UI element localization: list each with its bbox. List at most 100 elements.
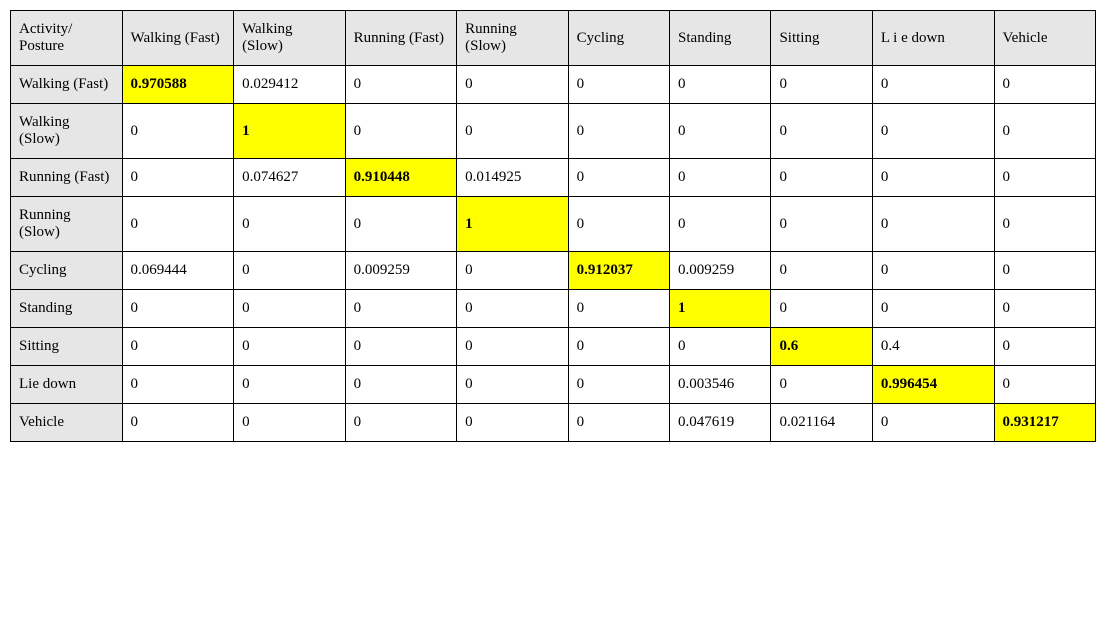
- cell: 0: [771, 197, 872, 252]
- cell: 0.047619: [670, 404, 771, 442]
- cell: 0: [872, 197, 994, 252]
- row-header: Standing: [11, 290, 123, 328]
- cell: 0: [234, 404, 346, 442]
- cell: 0: [872, 66, 994, 104]
- cell: 0: [994, 328, 1096, 366]
- table-row: Cycling0.06944400.00925900.9120370.00925…: [11, 252, 1096, 290]
- cell: 0.931217: [994, 404, 1096, 442]
- col-header: L i e down: [872, 11, 994, 66]
- cell: 0: [771, 252, 872, 290]
- cell: 0: [568, 290, 669, 328]
- cell: 0.029412: [234, 66, 346, 104]
- confusion-matrix-table: Activity/ PostureWalking (Fast)Walking (…: [10, 10, 1096, 442]
- cell: 0: [771, 290, 872, 328]
- col-header: Standing: [670, 11, 771, 66]
- row-header: Running (Fast): [11, 159, 123, 197]
- cell: 0: [234, 290, 346, 328]
- cell: 0: [568, 328, 669, 366]
- cell: 0: [234, 328, 346, 366]
- table-header-row: Activity/ PostureWalking (Fast)Walking (…: [11, 11, 1096, 66]
- cell: 0.6: [771, 328, 872, 366]
- col-header: Walking (Slow): [234, 11, 346, 66]
- corner-header: Activity/ Posture: [11, 11, 123, 66]
- cell: 0: [872, 252, 994, 290]
- cell: 0.970588: [122, 66, 234, 104]
- cell: 0: [345, 328, 457, 366]
- col-header: Vehicle: [994, 11, 1096, 66]
- cell: 0: [457, 104, 569, 159]
- cell: 0.003546: [670, 366, 771, 404]
- cell: 0.996454: [872, 366, 994, 404]
- table-row: Standing000001000: [11, 290, 1096, 328]
- cell: 0: [994, 104, 1096, 159]
- cell: 0: [345, 197, 457, 252]
- cell: 0.009259: [345, 252, 457, 290]
- cell: 0: [872, 290, 994, 328]
- cell: 0: [670, 328, 771, 366]
- cell: 0: [457, 366, 569, 404]
- cell: 0: [568, 159, 669, 197]
- cell: 1: [670, 290, 771, 328]
- cell: 0: [568, 66, 669, 104]
- cell: 0: [122, 404, 234, 442]
- cell: 0: [568, 197, 669, 252]
- cell: 0: [670, 159, 771, 197]
- table-row: Lie down000000.00354600.9964540: [11, 366, 1096, 404]
- row-header: Walking (Slow): [11, 104, 123, 159]
- cell: 0: [994, 66, 1096, 104]
- cell: 0: [994, 252, 1096, 290]
- cell: 0: [345, 66, 457, 104]
- cell: 0.912037: [568, 252, 669, 290]
- table-row: Walking (Fast)0.9705880.0294120000000: [11, 66, 1096, 104]
- cell: 0: [122, 290, 234, 328]
- cell: 0: [122, 104, 234, 159]
- cell: 0: [457, 66, 569, 104]
- col-header: Cycling: [568, 11, 669, 66]
- row-header: Walking (Fast): [11, 66, 123, 104]
- cell: 0.074627: [234, 159, 346, 197]
- cell: 0: [457, 328, 569, 366]
- cell: 0.4: [872, 328, 994, 366]
- table-row: Vehicle000000.0476190.02116400.931217: [11, 404, 1096, 442]
- table-row: Running (Slow)000100000: [11, 197, 1096, 252]
- cell: 0: [771, 104, 872, 159]
- cell: 1: [234, 104, 346, 159]
- col-header: Walking (Fast): [122, 11, 234, 66]
- cell: 0: [122, 159, 234, 197]
- cell: 0: [122, 328, 234, 366]
- cell: 0: [771, 66, 872, 104]
- cell: 0: [234, 197, 346, 252]
- cell: 0.021164: [771, 404, 872, 442]
- cell: 0: [457, 404, 569, 442]
- cell: 0: [670, 197, 771, 252]
- cell: 0: [670, 66, 771, 104]
- cell: 0.910448: [345, 159, 457, 197]
- cell: 0: [457, 252, 569, 290]
- cell: 0: [345, 404, 457, 442]
- cell: 0: [771, 366, 872, 404]
- row-header: Cycling: [11, 252, 123, 290]
- col-header: Sitting: [771, 11, 872, 66]
- cell: 0: [994, 366, 1096, 404]
- cell: 0: [457, 290, 569, 328]
- cell: 0: [994, 197, 1096, 252]
- cell: 0: [872, 404, 994, 442]
- row-header: Lie down: [11, 366, 123, 404]
- cell: 0: [568, 104, 669, 159]
- cell: 0: [568, 366, 669, 404]
- col-header: Running (Fast): [345, 11, 457, 66]
- cell: 0: [670, 104, 771, 159]
- cell: 0.069444: [122, 252, 234, 290]
- table-row: Walking (Slow)010000000: [11, 104, 1096, 159]
- cell: 0: [345, 366, 457, 404]
- row-header: Sitting: [11, 328, 123, 366]
- cell: 0: [568, 404, 669, 442]
- cell: 1: [457, 197, 569, 252]
- cell: 0: [872, 104, 994, 159]
- cell: 0: [994, 290, 1096, 328]
- table-row: Sitting0000000.60.40: [11, 328, 1096, 366]
- row-header: Running (Slow): [11, 197, 123, 252]
- cell: 0.009259: [670, 252, 771, 290]
- cell: 0: [771, 159, 872, 197]
- cell: 0: [122, 366, 234, 404]
